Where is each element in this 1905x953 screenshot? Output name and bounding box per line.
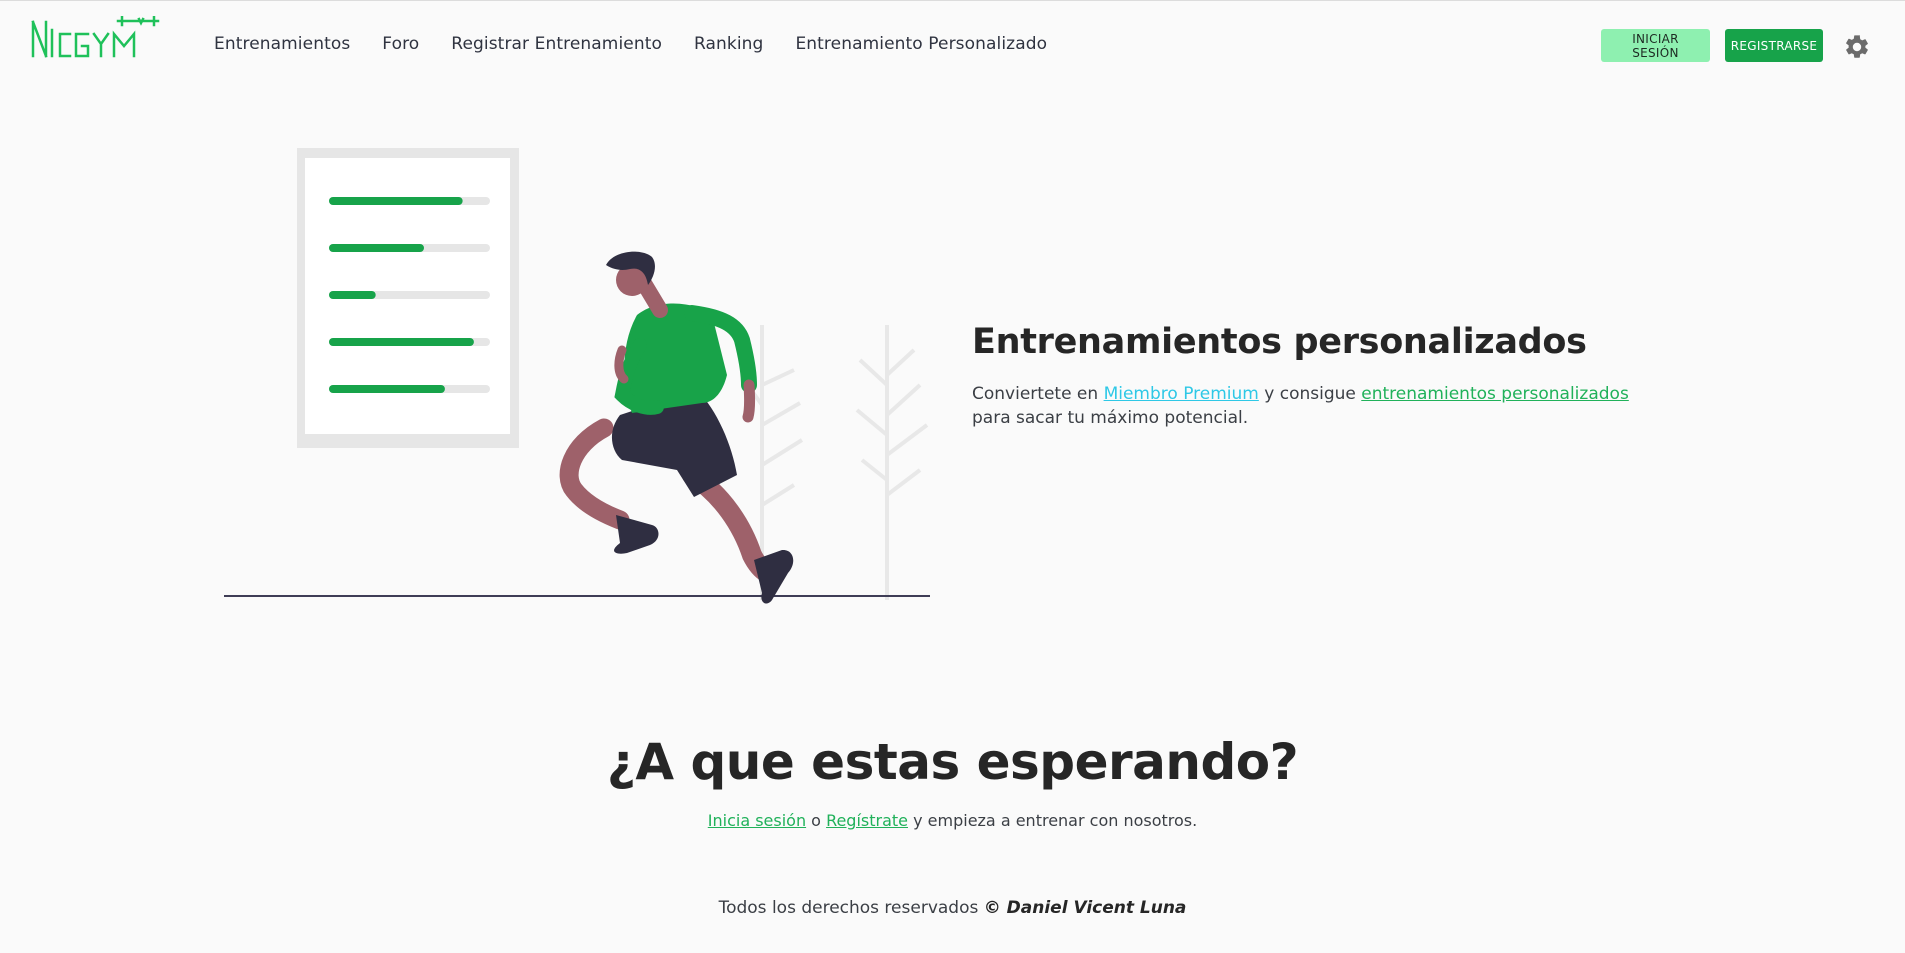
checklist-progress-bar xyxy=(329,197,463,205)
hero-desc-part3: para sacar tu máximo potencial. xyxy=(972,408,1249,428)
checklist-progress-bar xyxy=(329,244,424,252)
cta-login-link[interactable]: Inicia sesión xyxy=(708,811,806,830)
gear-icon[interactable] xyxy=(1843,33,1871,61)
login-button[interactable]: INICIAR SESIÓN xyxy=(1601,29,1710,62)
runner-illustration xyxy=(224,148,930,604)
cta-title: ¿A que estas esperando? xyxy=(606,733,1299,791)
hero-text: Entrenamientos personalizados Conviertet… xyxy=(972,322,1672,430)
runner-figure xyxy=(559,251,794,604)
cta-description: Inicia sesión o Regístrate y empieza a e… xyxy=(0,811,1905,830)
hero-desc-part2: y consigue xyxy=(1258,384,1362,404)
hero-desc-part1: Conviertete en xyxy=(972,384,1104,404)
custom-trainings-link[interactable]: entrenamientos personalizados xyxy=(1361,384,1629,404)
register-button[interactable]: REGISTRARSE xyxy=(1725,29,1823,62)
checklist-progress-bar xyxy=(329,385,445,393)
cta-connector: o xyxy=(806,811,827,830)
cta-tail: y empieza a entrenar con nosotros. xyxy=(908,811,1198,830)
nav-item-ranking[interactable]: Ranking xyxy=(694,34,763,54)
footer-author: © Daniel Vicent Luna xyxy=(983,898,1187,918)
header: Entrenamientos Foro Registrar Entrenamie… xyxy=(0,0,1905,90)
nav-item-registrar-entrenamiento[interactable]: Registrar Entrenamiento xyxy=(451,34,662,54)
nav-item-foro[interactable]: Foro xyxy=(382,34,419,54)
hero-description: Conviertete en Miembro Premium y consigu… xyxy=(972,382,1672,430)
nav-item-entrenamiento-personalizado[interactable]: Entrenamiento Personalizado xyxy=(795,34,1047,54)
cta-register-link[interactable]: Regístrate xyxy=(826,811,908,830)
premium-member-link[interactable]: Miembro Premium xyxy=(1104,384,1259,404)
hero-title: Entrenamientos personalizados xyxy=(972,322,1587,362)
footer-text: Todos los derechos reservados xyxy=(718,898,984,918)
checklist-progress-bar xyxy=(329,291,376,299)
footer: Todos los derechos reservados © Daniel V… xyxy=(0,898,1905,918)
nicgym-logo[interactable] xyxy=(30,16,162,60)
main-nav: Entrenamientos Foro Registrar Entrenamie… xyxy=(214,34,1079,54)
checklist-progress-bar xyxy=(329,338,474,346)
nav-item-entrenamientos[interactable]: Entrenamientos xyxy=(214,34,350,54)
plant-right xyxy=(855,325,929,600)
